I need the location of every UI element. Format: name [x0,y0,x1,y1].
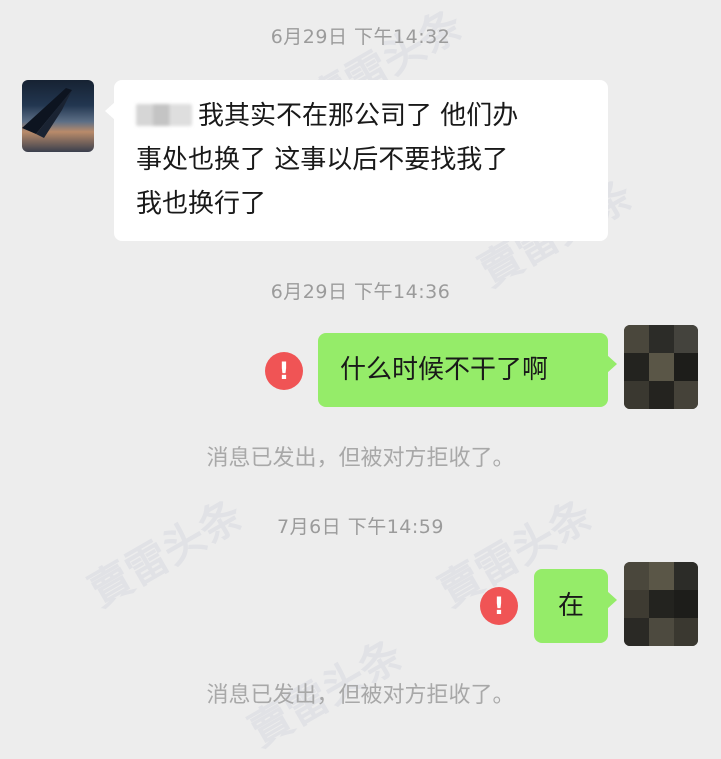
blurred-name [136,104,192,126]
timestamp: 6月29日 下午14:36 [270,281,451,303]
message-line: 我也换行了 [136,189,267,219]
message-text: 什么时候不干了啊 [340,355,549,385]
timestamp: 6月29日 下午14:32 [270,26,451,48]
error-icon[interactable]: ! [265,352,303,390]
message-line: 我其实不在那公司了 他们办 [136,94,588,138]
watermark: 賣雷头条 [80,489,251,617]
user-avatar[interactable] [624,562,698,646]
received-message-bubble[interactable]: 我其实不在那公司了 他们办 事处也换了 这事以后不要找我了 我也换行了 [105,80,608,241]
sent-message-bubble[interactable]: 在 [534,569,617,643]
rejected-notice: 消息已发出，但被对方拒收了。 [206,446,515,471]
timestamp: 7月6日 下午14:59 [277,516,444,538]
message-line: 事处也换了 这事以后不要找我了 [136,145,509,175]
sent-message-bubble[interactable]: 什么时候不干了啊 [318,333,617,407]
user-avatar[interactable] [624,325,698,409]
message-text: 在 [557,591,584,621]
contact-avatar[interactable] [22,80,94,152]
rejected-notice: 消息已发出，但被对方拒收了。 [206,683,515,708]
airplane-wing-icon [22,88,72,138]
error-icon[interactable]: ! [480,587,518,625]
